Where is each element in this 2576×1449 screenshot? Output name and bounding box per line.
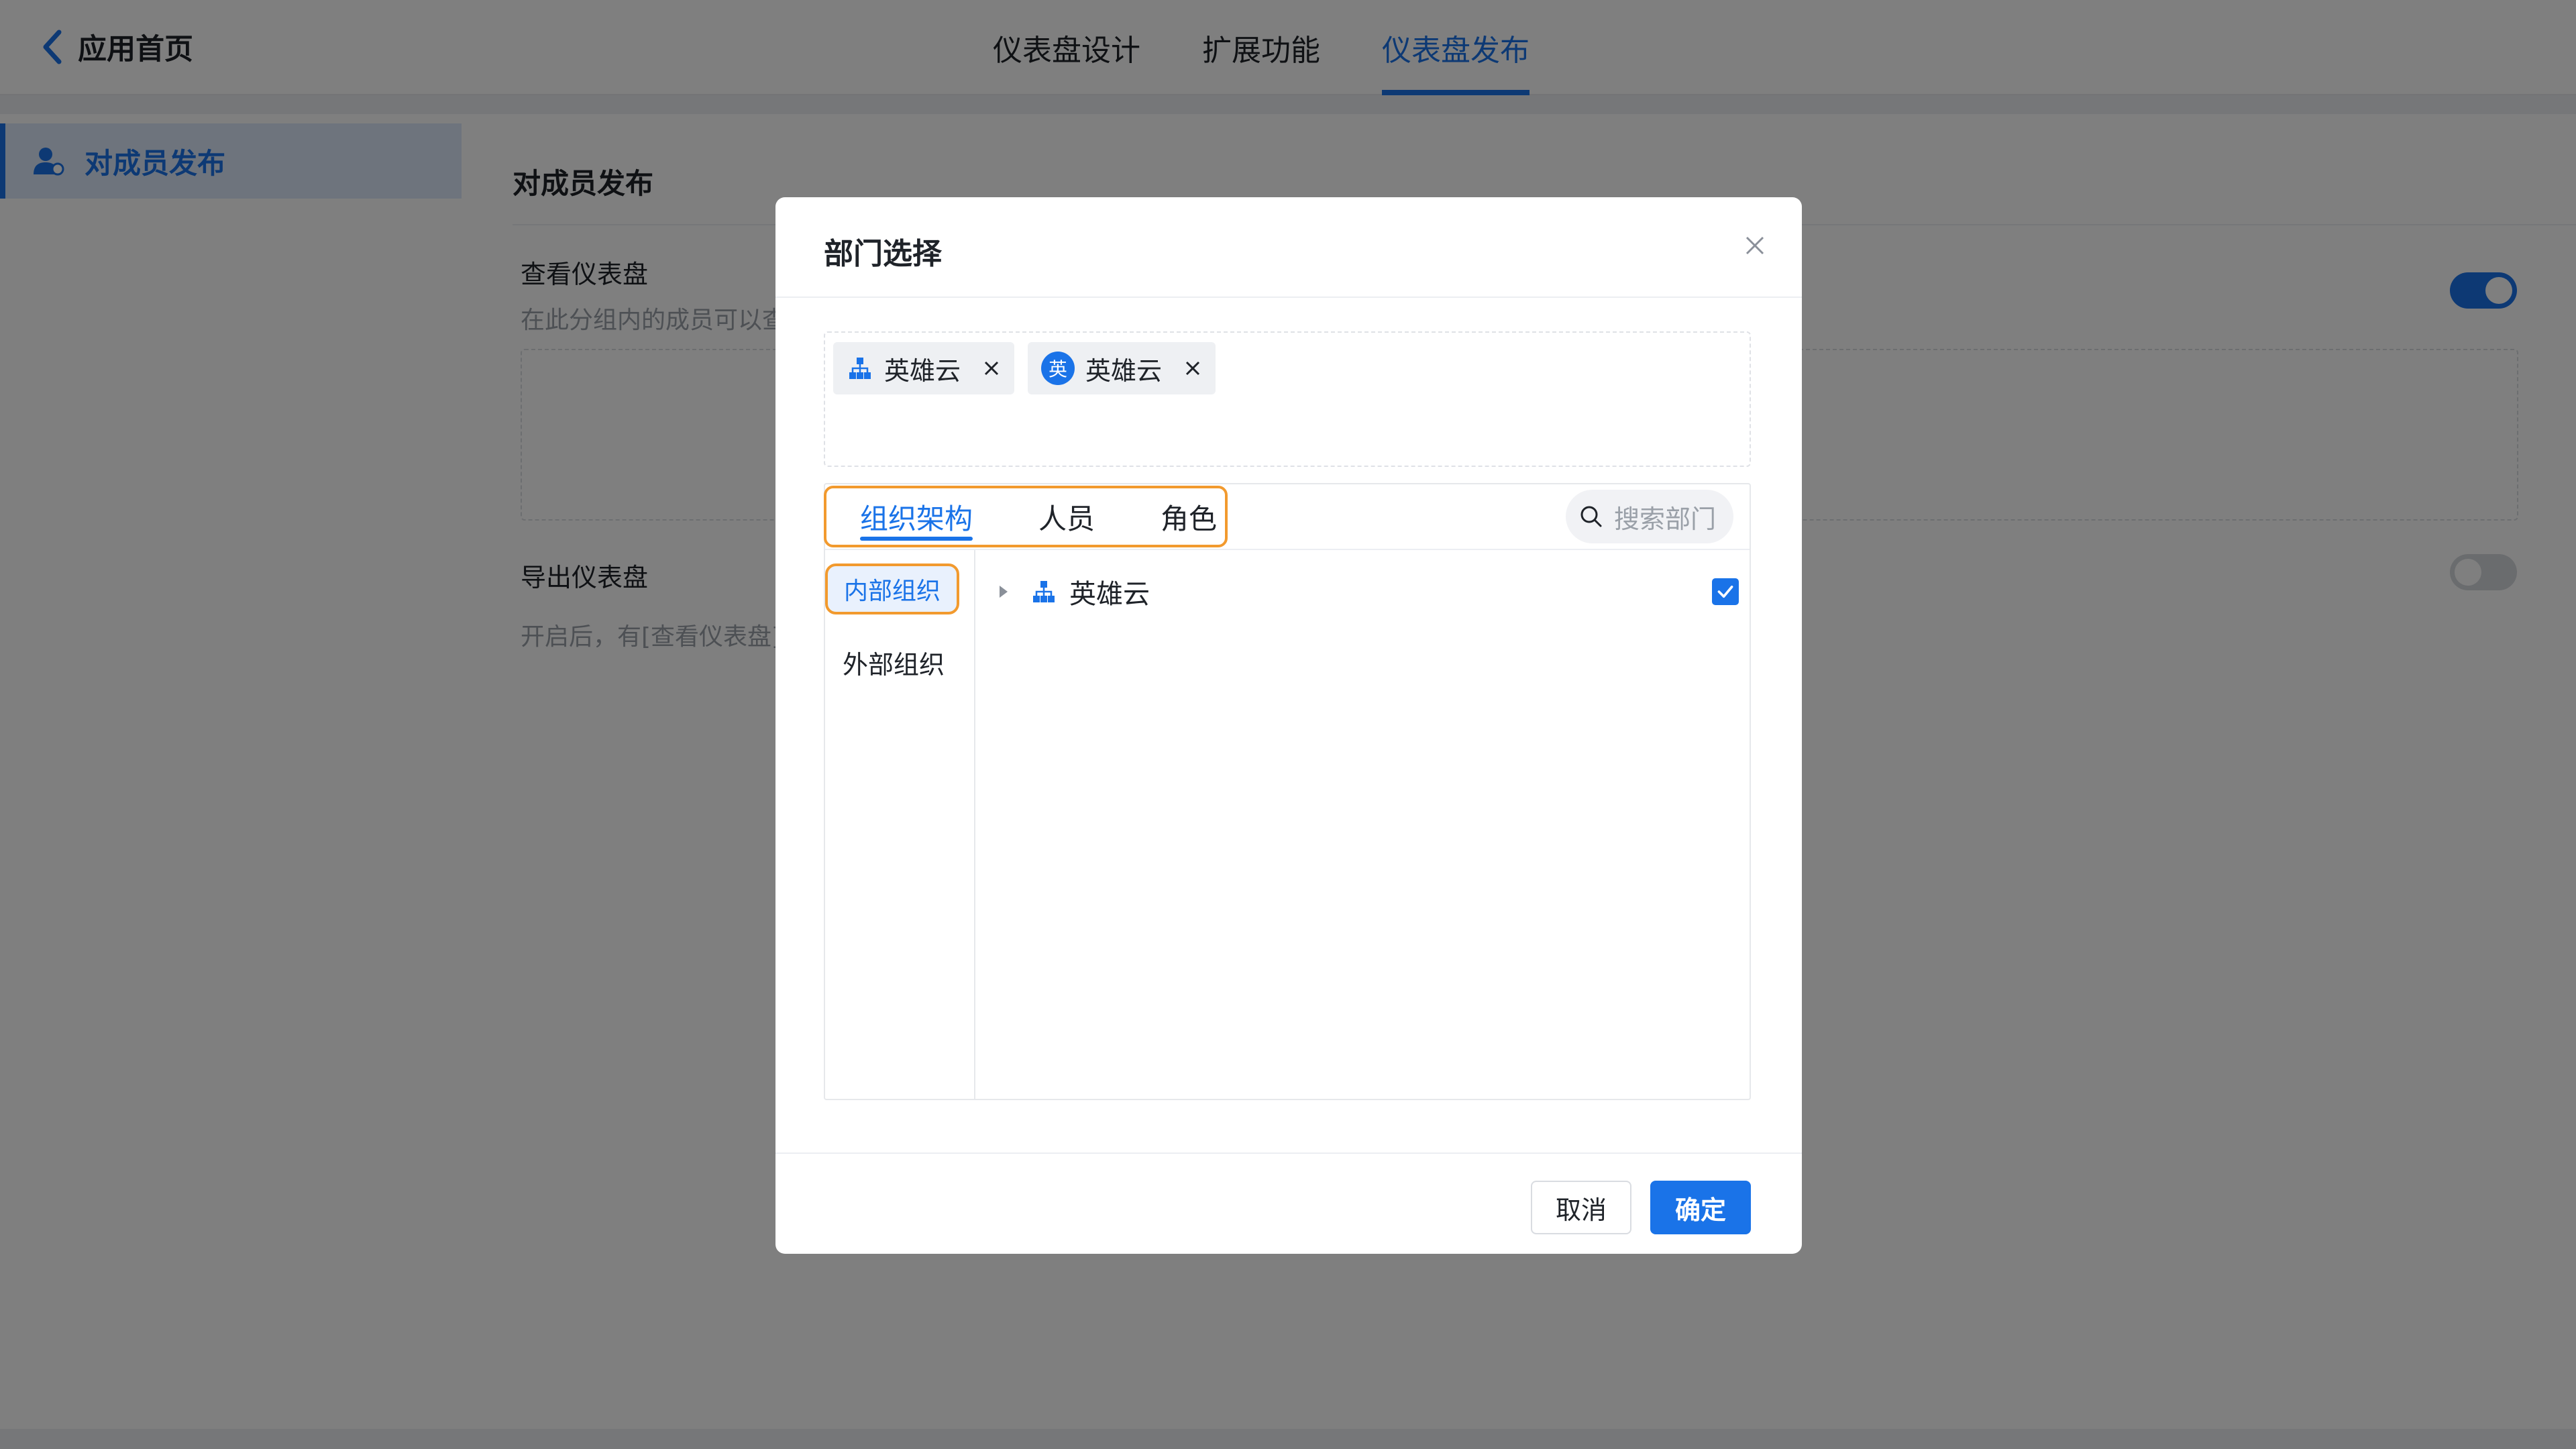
avatar-icon: 英 <box>1041 352 1075 385</box>
org-type-external[interactable]: 外部组织 <box>843 644 945 681</box>
footer-divider <box>775 1152 1802 1154</box>
org-icon <box>849 358 871 379</box>
tree-node-label: 英雄云 <box>1069 579 1150 610</box>
remove-chip-icon[interactable] <box>982 359 1001 378</box>
check-icon <box>1717 586 1733 598</box>
selected-chip: 英雄云 <box>833 342 1015 394</box>
dialog-divider <box>775 297 1802 298</box>
org-icon <box>1033 581 1055 602</box>
remove-chip-icon[interactable] <box>1183 359 1202 378</box>
cancel-button[interactable]: 取消 <box>1531 1181 1631 1234</box>
chip-label: 英雄云 <box>1085 356 1163 386</box>
selected-items-box: 英雄云 英 英雄云 <box>824 331 1751 467</box>
tab-org-structure[interactable]: 组织架构 <box>860 488 973 545</box>
selected-chip: 英 英雄云 <box>1028 342 1216 394</box>
close-icon[interactable] <box>1741 232 1768 259</box>
search-placeholder: 搜索部门 <box>1614 504 1717 534</box>
department-select-dialog: 部门选择 英雄云 英 英雄云 组织架构 人员 角色 搜索部门 内部组织 外部组织… <box>775 197 1802 1254</box>
picker-panel: 组织架构 人员 角色 搜索部门 内部组织 外部组织 英雄云 <box>824 483 1751 1100</box>
org-type-list: 内部组织 外部组织 <box>825 550 975 1100</box>
chip-label: 英雄云 <box>884 356 961 386</box>
tree-row[interactable]: 英雄云 <box>994 565 1739 619</box>
picker-tabs: 组织架构 人员 角色 <box>824 486 1228 547</box>
search-input[interactable]: 搜索部门 <box>1566 490 1733 543</box>
org-type-internal[interactable]: 内部组织 <box>825 564 959 614</box>
dialog-title: 部门选择 <box>824 237 942 271</box>
search-icon <box>1580 506 1602 527</box>
confirm-button[interactable]: 确定 <box>1650 1181 1751 1234</box>
tab-roles[interactable]: 角色 <box>1161 488 1217 545</box>
tab-people[interactable]: 人员 <box>1038 488 1095 545</box>
expand-caret-icon[interactable] <box>1000 586 1008 598</box>
tree-node-checkbox[interactable] <box>1712 578 1739 605</box>
